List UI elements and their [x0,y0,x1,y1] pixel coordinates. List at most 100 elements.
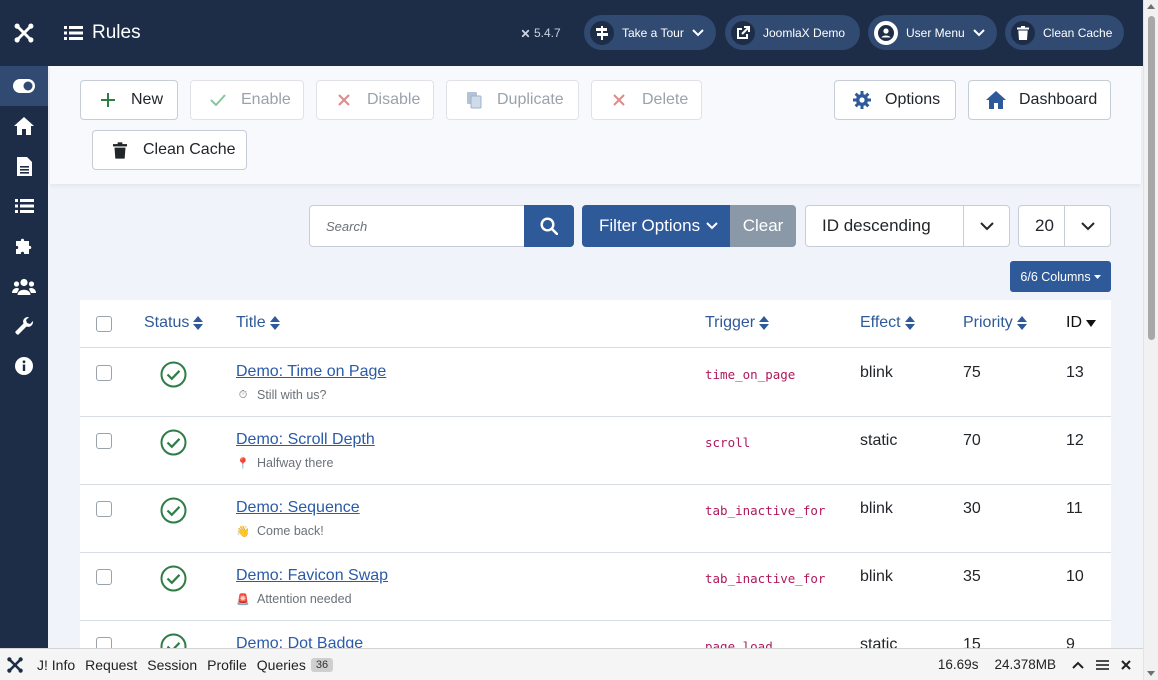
take-a-tour-button[interactable]: Take a Tour [584,15,716,50]
duplicate-label: Duplicate [497,91,564,108]
user-menu-button[interactable]: User Menu [868,15,997,50]
signpost-icon [590,20,614,45]
users-icon [12,278,36,295]
filter-options-button[interactable]: Filter Options [582,205,730,247]
rule-title-link[interactable]: Demo: Time on Page [236,363,386,381]
rule-priority: 30 [963,500,981,517]
row-checkbox[interactable] [96,637,112,648]
status-header-label: Status [144,314,190,331]
table-row: Demo: Scroll Depth 📍 Halfway there scrol… [80,417,1111,485]
sort-status[interactable]: Status [144,314,204,332]
sidebar-toggle-menu[interactable] [0,66,48,106]
row-checkbox[interactable] [96,433,112,449]
published-check-icon[interactable] [160,633,187,648]
table-row: Demo: Sequence 👋 Come back! tab_inactive… [80,485,1111,553]
sidebar-item-components[interactable] [0,226,48,266]
duplicate-button[interactable]: Duplicate [446,80,579,120]
effect-header-label: Effect [860,314,901,331]
page-scrollbar[interactable] [1143,0,1158,680]
columns-button[interactable]: 6/6 Columns [1010,261,1111,292]
row-checkbox[interactable] [96,569,112,585]
info-icon [15,357,33,375]
home-icon [14,117,34,135]
rule-title-link[interactable]: Demo: Dot Badge [236,635,363,648]
published-check-icon[interactable] [160,565,187,592]
sidebar-item-users[interactable] [0,266,48,306]
new-button[interactable]: New [80,80,178,120]
rule-id: 11 [1066,500,1083,517]
sort-priority[interactable]: Priority [963,314,1027,332]
joomla-logo[interactable] [0,0,48,66]
joomlax-demo-button[interactable]: JoomlaX Demo [725,15,860,50]
chevron-up-icon[interactable] [1072,661,1084,669]
home-icon [985,91,1007,109]
new-label: New [131,91,164,108]
dashboard-button[interactable]: Dashboard [968,80,1111,120]
top-header: Rules 5.4.7 Take a Tour JoomlaX Demo Use… [0,0,1143,66]
caret-down-icon [1093,274,1101,279]
chevron-down-icon [692,28,704,36]
published-check-icon[interactable] [160,429,187,456]
rule-effect: static [860,636,898,648]
rule-title-link[interactable]: Demo: Favicon Swap [236,567,388,585]
sort-trigger[interactable]: Trigger [705,314,770,332]
row-checkbox[interactable] [96,501,112,517]
limit-value: 20 [1035,216,1054,235]
rule-priority: 35 [963,568,981,585]
sidebar-item-content[interactable] [0,146,48,186]
debug-tab-request[interactable]: Request [85,657,137,673]
list-icon [64,26,83,40]
filter-options-label: Filter Options [599,216,701,235]
scroll-up-arrow-icon[interactable] [1147,4,1155,9]
rule-trigger: page_load [705,639,773,648]
rule-priority: 75 [963,364,981,381]
sort-title[interactable]: Title [236,314,280,332]
chevron-down-icon [963,206,1009,246]
sidebar-item-system[interactable] [0,306,48,346]
row-checkbox[interactable] [96,365,112,381]
chevron-down-icon [1064,206,1110,246]
sort-effect[interactable]: Effect [860,314,915,332]
sidebar-item-menus[interactable] [0,186,48,226]
queries-count-badge: 36 [310,657,334,672]
published-check-icon[interactable] [160,497,187,524]
limit-select[interactable]: 20 [1018,205,1111,247]
user-icon [874,20,898,45]
options-button[interactable]: Options [834,80,956,120]
scrollbar-thumb[interactable] [1148,16,1155,340]
header-clean-cache-button[interactable]: Clean Cache [1005,15,1124,50]
debug-tab-info[interactable]: J! Info [37,657,75,673]
debug-tab-queries[interactable]: Queries 36 [257,657,334,673]
sidebar [0,66,48,648]
search-button[interactable] [524,205,574,247]
published-check-icon[interactable] [160,361,187,388]
ordering-select[interactable]: ID descending [805,205,1010,247]
table-row: Demo: Dot Badge page_load static 15 9 [80,621,1111,648]
disable-button[interactable]: Disable [316,80,434,120]
debug-bar-stats: 16.69s 24.378MB [938,649,1143,680]
sidebar-item-home[interactable] [0,106,48,146]
debug-tab-profile[interactable]: Profile [207,657,247,673]
rule-trigger: tab_inactive_for [705,503,826,518]
chevron-down-icon [972,28,985,36]
debug-tab-session[interactable]: Session [147,657,197,673]
sidebar-item-help[interactable] [0,346,48,386]
enable-button[interactable]: Enable [190,80,304,120]
rule-id: 13 [1066,364,1084,381]
search-input[interactable] [309,205,524,247]
clear-button[interactable]: Clear [730,205,796,247]
restore-icon[interactable] [1096,659,1109,671]
rule-title-link[interactable]: Demo: Sequence [236,499,360,517]
times-icon [333,94,355,106]
rule-title-link[interactable]: Demo: Scroll Depth [236,431,375,449]
delete-button[interactable]: Delete [591,80,702,120]
select-all-checkbox[interactable] [96,316,112,332]
debug-joomla-logo[interactable] [0,656,30,674]
joomla-small-icon [521,29,530,37]
sort-icon [193,316,204,330]
rules-table: Status Title Trigger Effect Priority ID … [80,300,1111,648]
close-icon[interactable] [1121,659,1131,670]
clean-cache-button[interactable]: Clean Cache [92,130,247,170]
sort-id[interactable]: ID [1066,314,1096,332]
scroll-down-arrow-icon[interactable] [1147,671,1155,676]
